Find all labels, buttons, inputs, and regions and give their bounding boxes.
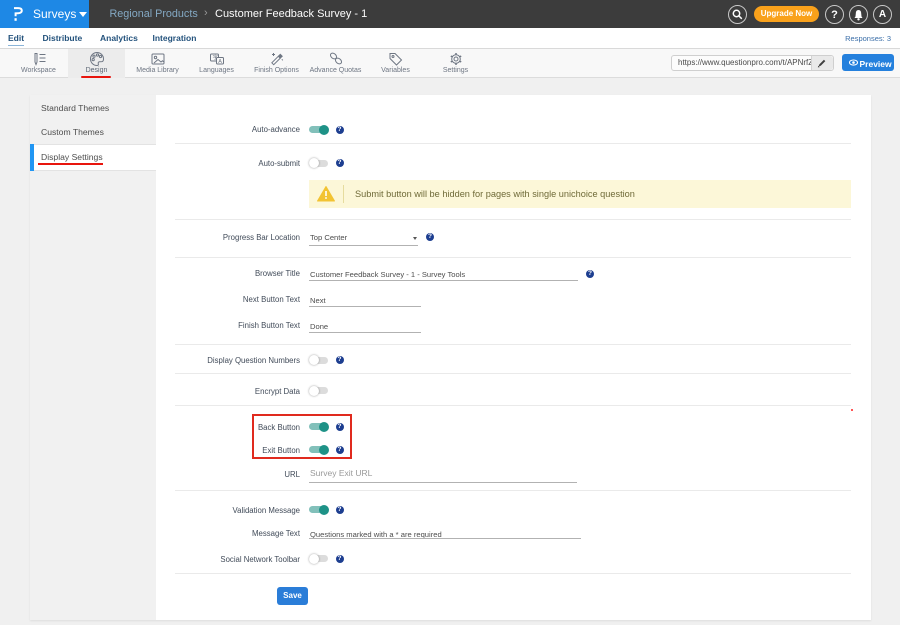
svg-text:A: A	[218, 59, 222, 65]
